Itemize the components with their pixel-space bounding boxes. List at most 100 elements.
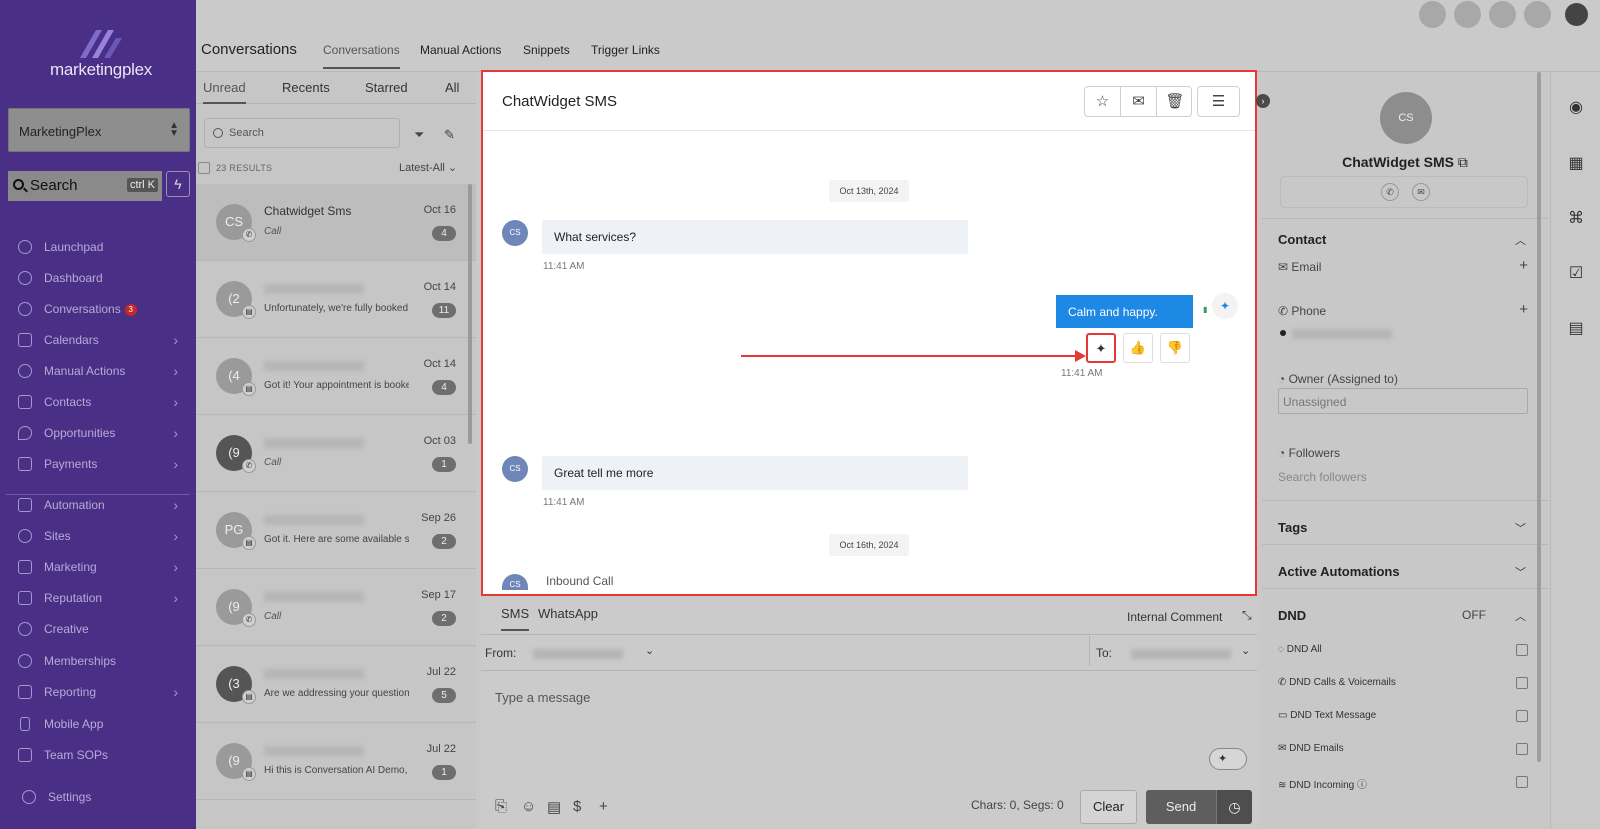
contact-profile-icon[interactable]: ◉ xyxy=(1566,98,1586,118)
tab-all[interactable]: All xyxy=(445,80,459,95)
mark-read-button[interactable]: ✉ xyxy=(1121,87,1157,116)
header-action-button[interactable] xyxy=(1489,1,1516,28)
calendar-icon[interactable]: ▦ xyxy=(1566,154,1586,174)
list-scrollbar[interactable] xyxy=(468,184,472,444)
followers-input[interactable]: Search followers xyxy=(1278,470,1367,484)
email-field[interactable]: ✉ Email xyxy=(1278,260,1321,274)
header-action-button[interactable] xyxy=(1454,1,1481,28)
opportunities-icon[interactable]: ⌘ xyxy=(1566,209,1586,229)
dnd-text-checkbox[interactable] xyxy=(1516,710,1528,722)
chevron-up-icon[interactable]: ︿ xyxy=(1515,232,1526,248)
tab-recents[interactable]: Recents xyxy=(282,80,330,95)
star-button[interactable]: ☆ xyxy=(1085,87,1121,116)
dnd-section-header[interactable]: DND xyxy=(1278,608,1306,623)
external-link-icon[interactable]: ⧉ xyxy=(1458,154,1468,170)
chevron-up-icon[interactable]: ︿ xyxy=(1515,608,1526,624)
internal-comment-tab[interactable]: Internal Comment xyxy=(1127,610,1222,624)
message-input[interactable]: Type a message xyxy=(495,690,590,705)
sidebar-item-payments[interactable]: Payments › xyxy=(0,452,196,476)
add-phone-button[interactable]: + xyxy=(1519,301,1528,318)
sidebar-item-conversations[interactable]: Conversations 3 xyxy=(0,297,196,321)
tab-conversations[interactable]: Conversations xyxy=(323,43,400,69)
filter-icon[interactable]: ⏷ xyxy=(414,127,424,143)
user-avatar[interactable] xyxy=(1563,1,1590,28)
sidebar-item-reporting[interactable]: Reporting › xyxy=(0,680,196,704)
account-switcher[interactable]: MarketingPlex ▲ ▼ xyxy=(8,108,190,152)
conversation-item[interactable]: (4 ▤ Got it! Your appointment is booke Oc… xyxy=(196,338,476,415)
conversation-search-input[interactable]: Search xyxy=(204,118,400,148)
conversation-item[interactable]: (9 ✆ Call Oct 03 1 xyxy=(196,415,476,492)
sort-dropdown[interactable]: Latest-All ⌄ xyxy=(399,161,457,174)
sidebar-item-mobile-app[interactable]: Mobile App xyxy=(0,712,196,736)
owner-select[interactable]: Unassigned xyxy=(1278,388,1528,414)
panel-scrollbar[interactable] xyxy=(1537,72,1541,762)
sidebar-item-settings[interactable]: Settings xyxy=(0,785,196,809)
clear-button[interactable]: Clear xyxy=(1080,790,1137,824)
sidebar-item-creative[interactable]: Creative xyxy=(0,617,196,641)
phone-field[interactable]: ✆ Phone xyxy=(1278,304,1326,318)
from-number-redacted[interactable] xyxy=(533,649,623,659)
dnd-emails-checkbox[interactable] xyxy=(1516,743,1528,755)
thumbs-up-button[interactable]: 👍 xyxy=(1123,333,1153,363)
sidebar-item-calendars[interactable]: Calendars › xyxy=(0,328,196,352)
tags-section-header[interactable]: Tags xyxy=(1278,520,1307,535)
payment-icon[interactable]: $ xyxy=(573,798,581,815)
tasks-icon[interactable]: ☑ xyxy=(1566,264,1586,284)
thumbs-down-button[interactable]: 👎 xyxy=(1160,333,1190,363)
call-button[interactable]: ✆ xyxy=(1381,183,1399,201)
dnd-incoming-checkbox[interactable] xyxy=(1516,776,1528,788)
chevron-down-icon[interactable]: ﹀ xyxy=(1515,564,1526,580)
sidebar-item-dashboard[interactable]: Dashboard xyxy=(0,266,196,290)
header-action-button[interactable] xyxy=(1524,1,1551,28)
sidebar-item-contacts[interactable]: Contacts › xyxy=(0,390,196,414)
schedule-button[interactable]: ◷ xyxy=(1216,790,1252,824)
dnd-all-checkbox[interactable] xyxy=(1516,644,1528,656)
ai-sparkle-icon[interactable]: ✦ xyxy=(1212,293,1238,319)
sidebar-item-manual-actions[interactable]: Manual Actions › xyxy=(0,359,196,383)
sidebar-search[interactable]: Search ctrl K xyxy=(8,171,162,201)
ai-toggle[interactable]: ✦ xyxy=(1209,748,1247,770)
header-action-button[interactable] xyxy=(1419,1,1446,28)
sidebar-item-opportunities[interactable]: Opportunities › xyxy=(0,421,196,445)
delete-button[interactable]: 🗑 xyxy=(1157,87,1193,116)
tab-unread[interactable]: Unread xyxy=(203,80,246,104)
conversation-item[interactable]: CS ✆ Chatwidget Sms Call Oct 16 4 xyxy=(196,184,476,261)
notes-icon[interactable]: ▤ xyxy=(1566,319,1586,339)
tab-trigger-links[interactable]: Trigger Links xyxy=(591,43,660,57)
add-email-button[interactable]: + xyxy=(1519,257,1528,274)
to-number-redacted[interactable] xyxy=(1131,649,1231,659)
sidebar-item-memberships[interactable]: Memberships xyxy=(0,649,196,673)
contact-name[interactable]: ChatWidget SMS ⧉ xyxy=(1262,154,1548,171)
emoji-icon[interactable]: ☺ xyxy=(521,798,536,815)
tab-whatsapp[interactable]: WhatsApp xyxy=(538,606,598,621)
chevron-down-icon[interactable]: ⌄ xyxy=(645,644,654,657)
contact-section-header[interactable]: Contact xyxy=(1278,232,1326,247)
conversation-item[interactable]: (9 ✆ Call Sep 17 2 xyxy=(196,569,476,646)
dnd-calls-checkbox[interactable] xyxy=(1516,677,1528,689)
conversation-item[interactable]: PG ▤ Got it. Here are some available sl S… xyxy=(196,492,476,569)
logo[interactable]: marketingplex xyxy=(50,26,152,80)
chevron-down-icon[interactable]: ﹀ xyxy=(1515,520,1526,536)
collapse-icon[interactable]: ⤡ xyxy=(1242,608,1252,623)
sidebar-item-automation[interactable]: Automation › xyxy=(0,493,196,517)
info-icon[interactable]: ⓘ xyxy=(1357,780,1367,791)
filter-messages-button[interactable]: ☰ xyxy=(1197,86,1240,117)
attachment-icon[interactable]: ⎘ xyxy=(495,798,507,815)
tab-sms[interactable]: SMS xyxy=(501,606,530,631)
quick-action-button[interactable]: ϟ xyxy=(166,171,190,197)
conversation-item[interactable]: (2 ▤ Unfortunately, we're fully booked Oc… xyxy=(196,261,476,338)
tab-snippets[interactable]: Snippets xyxy=(523,43,570,57)
chevron-down-icon[interactable]: ⌄ xyxy=(1241,644,1250,657)
conversation-item[interactable]: (3 ▤ Are we addressing your question: Jul… xyxy=(196,646,476,723)
add-icon[interactable]: + xyxy=(599,798,608,815)
compose-icon[interactable]: ✎ xyxy=(444,127,455,143)
sidebar-item-marketing[interactable]: Marketing › xyxy=(0,555,196,579)
tab-manual-actions[interactable]: Manual Actions xyxy=(420,43,501,57)
email-button[interactable]: ✉ xyxy=(1412,183,1430,201)
sidebar-item-launchpad[interactable]: Launchpad xyxy=(0,235,196,259)
ai-regenerate-button[interactable]: ✦ xyxy=(1086,333,1116,363)
send-button[interactable]: Send xyxy=(1146,790,1216,824)
collapse-panel-button[interactable]: › xyxy=(1256,94,1270,108)
sidebar-item-team-sops[interactable]: Team SOPs xyxy=(0,743,196,767)
automations-section-header[interactable]: Active Automations xyxy=(1278,564,1400,579)
